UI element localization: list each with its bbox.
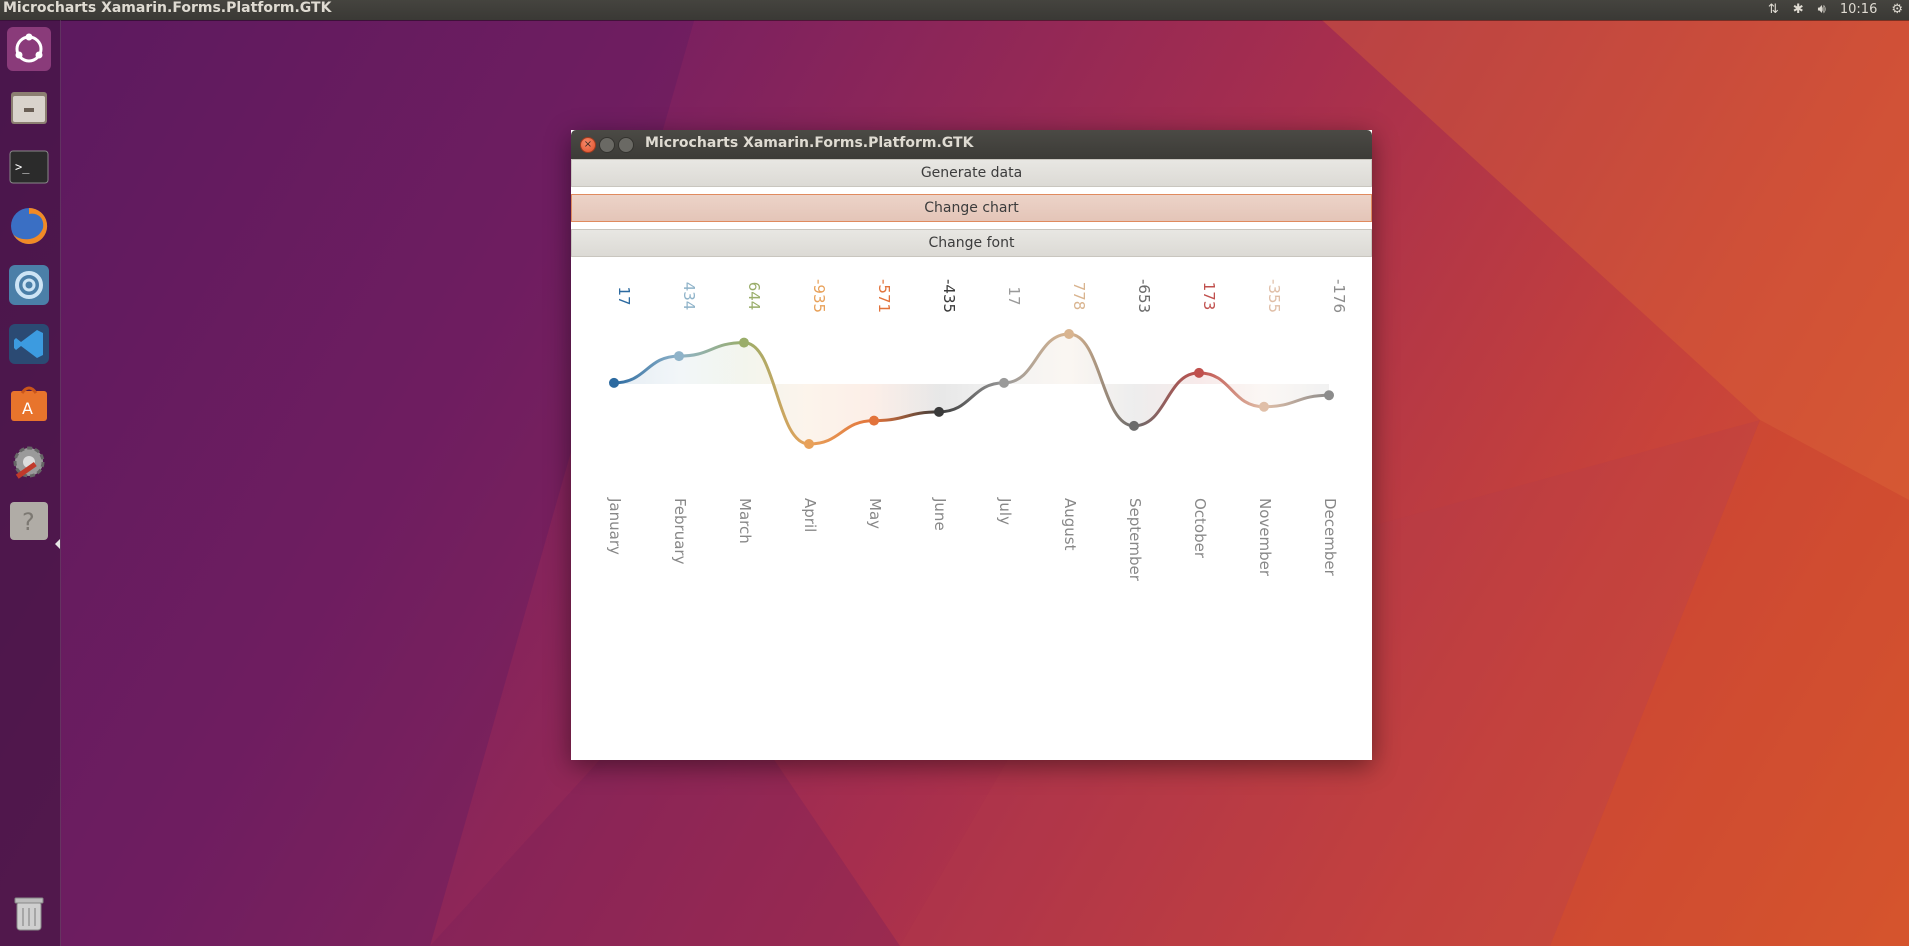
chart-point (739, 337, 749, 348)
chart-value-label: -571 (875, 279, 893, 313)
chart-category-label: July (996, 497, 1014, 525)
chart-point (1324, 390, 1334, 401)
software-center-icon[interactable]: A (3, 377, 55, 429)
generate-data-button[interactable]: Generate data (571, 159, 1372, 187)
firefox-icon[interactable] (3, 200, 55, 252)
chart-point (869, 415, 879, 426)
trash-icon[interactable] (3, 886, 55, 938)
chart-value-label: 778 (1070, 282, 1088, 311)
help-icon[interactable]: ? (3, 495, 55, 547)
chart-value-label: 173 (1200, 282, 1218, 311)
chart-point (934, 406, 944, 417)
panel-app-title: Microcharts Xamarin.Forms.Platform.GTK (3, 0, 332, 16)
files-icon[interactable] (3, 82, 55, 134)
chart-value-label: -935 (810, 279, 828, 313)
chart-value-label: -176 (1330, 279, 1348, 313)
terminal-icon[interactable]: >_ (3, 141, 55, 193)
app-window: × Microcharts Xamarin.Forms.Platform.GTK… (571, 130, 1372, 760)
clock[interactable]: 10:16 (1840, 2, 1877, 17)
chart-category-label: March (736, 498, 754, 544)
ubuntu-dash-icon[interactable] (3, 23, 55, 75)
svg-text:A: A (22, 399, 33, 418)
chart-point (609, 377, 619, 388)
chart-point (1064, 329, 1074, 339)
chart-point (1194, 367, 1204, 378)
chart-category-label: January (606, 497, 624, 555)
chart-category-label: December (1321, 498, 1339, 577)
chart-value-label: -435 (940, 279, 958, 313)
top-panel: Microcharts Xamarin.Forms.Platform.GTK ⇅… (0, 0, 1909, 20)
line-chart: 17 January 434 February 644 March -935 April -57… (606, 279, 1348, 582)
window-titlebar[interactable]: × Microcharts Xamarin.Forms.Platform.GTK (571, 130, 1372, 159)
close-icon[interactable]: × (580, 137, 596, 153)
chart-category-label: February (671, 498, 689, 565)
chart-category-label: September (1126, 498, 1144, 582)
window-content: Generate data Change chart Change font 1… (571, 159, 1372, 760)
chart-category-label: November (1256, 498, 1274, 577)
svg-text:>_: >_ (15, 160, 30, 174)
minimize-icon[interactable] (599, 137, 615, 153)
change-font-button[interactable]: Change font (571, 229, 1372, 257)
window-title: Microcharts Xamarin.Forms.Platform.GTK (645, 135, 974, 151)
chart-value-label: -355 (1265, 279, 1283, 313)
chart-point (1129, 420, 1139, 431)
chart-value-label: 17 (615, 286, 633, 305)
svg-text:?: ? (22, 508, 35, 536)
maximize-icon[interactable] (618, 137, 634, 153)
gear-icon[interactable]: ⚙ (1891, 2, 1903, 17)
chart-category-label: May (866, 498, 884, 529)
launcher: >_ A ? (0, 20, 61, 946)
monodevelop-icon[interactable] (3, 259, 55, 311)
chart-value-label: 17 (1005, 286, 1023, 305)
chart-category-label: August (1061, 498, 1079, 551)
chart-point (1259, 401, 1269, 412)
chart-category-label: October (1191, 498, 1209, 559)
chart-value-label: -653 (1135, 279, 1153, 313)
volume-icon[interactable]: 🔊︎ (1818, 2, 1826, 17)
chart-point (674, 351, 684, 362)
vscode-icon[interactable] (3, 318, 55, 370)
chart-value-label: 434 (680, 282, 698, 311)
chart-point (999, 377, 1009, 388)
system-settings-icon[interactable] (3, 436, 55, 488)
bluetooth-icon[interactable]: ✱ (1793, 2, 1804, 17)
chart-category-label: June (931, 497, 949, 531)
chart-category-label: April (801, 498, 819, 532)
chart-area-segment (809, 383, 874, 444)
chart-value-label: 644 (745, 282, 763, 311)
network-icon[interactable]: ⇅ (1768, 2, 1779, 17)
launcher-focus-arrow-icon (55, 539, 60, 549)
change-chart-button[interactable]: Change chart (571, 194, 1372, 222)
chart-point (804, 439, 814, 449)
